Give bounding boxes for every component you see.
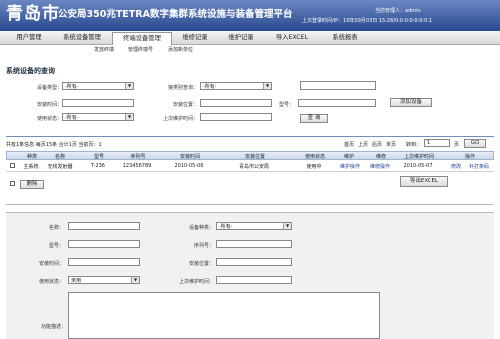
col-model: 型号	[93, 154, 104, 160]
results-table-header: 种类 名称 型号 序列号 安装时间 安装位置 使用状态 维护 维修 上次维护时间…	[6, 151, 494, 160]
last-maint-input[interactable]	[200, 113, 272, 121]
cell-install-location: 青岛市公安局	[238, 164, 269, 170]
subnav-add-unit[interactable]: 添加新单位	[168, 46, 193, 53]
repair-op-link[interactable]: 维修操作	[368, 163, 392, 170]
form-category-label: 设备种类：	[188, 225, 214, 231]
pager-next[interactable]: 后页	[372, 141, 382, 148]
col-name: 名称	[54, 154, 65, 160]
form-name-label: 名称：	[48, 225, 64, 231]
last-login-info: 上次登录时间/IP：10年09月03日 15:26/0:0:0:0:0:0:0:…	[302, 18, 433, 24]
device-type-select[interactable]: -所有- ▼	[62, 82, 134, 90]
form-model-input[interactable]	[68, 240, 140, 248]
col-repair: 维修	[375, 154, 386, 160]
query-button[interactable]: 查 询	[300, 114, 328, 123]
form-install-time-input[interactable]	[68, 258, 140, 266]
main-nav: 用户管理 系统设备管理 终端设备管理 维修记录 维护记录 导入EXCEL 系统报…	[0, 31, 500, 45]
form-install-location-input[interactable]	[216, 258, 292, 266]
section-divider	[6, 204, 494, 205]
model-input[interactable]	[298, 99, 376, 107]
goto-button[interactable]: GO	[464, 139, 486, 148]
pager-first[interactable]: 首页	[344, 141, 354, 148]
use-status-select[interactable]: -所有- ▼	[62, 113, 134, 121]
tab-maintenance-records[interactable]: 维护记录	[220, 32, 262, 44]
pager-last[interactable]: 末页	[386, 141, 396, 148]
add-device-button[interactable]: 添加设备	[390, 98, 432, 107]
form-serial-input[interactable]	[216, 240, 292, 248]
tab-import-excel[interactable]: 导入EXCEL	[268, 32, 316, 44]
subnav-manage-terminal-number[interactable]: 管理终端号	[128, 46, 153, 53]
form-last-maint-label: 上次维护时间：	[178, 279, 214, 285]
cell-use-status: 使用中	[306, 164, 322, 170]
use-status-label: 使用状态：	[36, 116, 62, 122]
tab-repair-records[interactable]: 维修记录	[174, 32, 216, 44]
goto-label: 转到：	[406, 142, 422, 148]
install-location-input[interactable]	[200, 99, 272, 107]
form-install-time-label: 安装时间：	[38, 261, 64, 267]
app-title: 公安局350兆TETRA数字集群系统设施与装备管理平台	[58, 9, 293, 20]
form-model-label: 型号：	[48, 243, 64, 249]
form-category-select[interactable]: -所有- ▼	[216, 222, 292, 230]
tab-system-reports[interactable]: 系统报表	[322, 32, 368, 44]
col-install-time: 安装时间	[179, 154, 200, 160]
model-label: 型号：	[278, 102, 294, 108]
form-use-status-label: 使用状态：	[38, 279, 64, 285]
last-maint-label: 上次维护时间：	[162, 116, 198, 122]
form-name-input[interactable]	[68, 222, 140, 230]
query-extra-field[interactable]	[300, 81, 376, 90]
cell-name: 无线发射器	[47, 164, 73, 170]
col-serial: 序列号	[130, 154, 146, 160]
maint-op-link[interactable]: 维护操作	[338, 163, 362, 170]
col-actions: 操作	[464, 154, 475, 160]
cell-install-time: 2010-05-06	[174, 163, 204, 169]
col-install-location: 安装位置	[244, 154, 265, 160]
export-excel-button[interactable]: 导出EXCEL	[400, 176, 448, 187]
install-time-label: 安装时间：	[36, 102, 62, 108]
chevron-down-icon: ▼	[125, 114, 133, 120]
form-serial-label: 序列号：	[193, 243, 214, 249]
col-type: 种类	[26, 154, 37, 160]
chevron-down-icon: ▼	[263, 83, 271, 89]
results-summary: 共有1条信息 每页15条 合计1页 当前页：1	[6, 142, 102, 148]
device-type-label: 设备类型：	[36, 85, 62, 91]
form-use-status-select[interactable]: 未用 ▼	[68, 276, 140, 284]
chevron-down-icon: ▼	[125, 83, 133, 89]
access-base-label: 接类别查询：	[167, 85, 198, 91]
delete-button[interactable]: 删除	[20, 180, 44, 189]
current-admin: 当前管理人：admin	[375, 8, 421, 14]
select-all-checkbox[interactable]	[10, 181, 15, 186]
reprint-barcode-link[interactable]: 补打条码	[468, 163, 490, 170]
access-base-select[interactable]: -所有- ▼	[200, 82, 272, 90]
tab-system-device[interactable]: 系统设备管理	[54, 32, 110, 44]
query-section-title: 系统设备的查询	[6, 67, 55, 75]
col-maint: 维护	[343, 154, 354, 160]
sub-nav: 发放终端 管理终端号 添加新单位	[0, 45, 500, 55]
city-logo-text: 青岛市	[6, 4, 60, 24]
install-time-input[interactable]	[62, 99, 134, 107]
cell-last-maint: 2010-05-07	[403, 163, 433, 169]
chevron-down-icon: ▼	[131, 277, 139, 283]
pager-prev[interactable]: 上页	[358, 141, 368, 148]
goto-page-input[interactable]: 1	[424, 139, 450, 147]
cell-model: T-236	[91, 163, 105, 169]
device-form-panel: 名称： 设备种类： -所有- ▼ 型号： 序列号： 安装时间： 安装位置： 使用状…	[6, 212, 494, 339]
col-use-status: 使用状态	[304, 154, 325, 160]
edit-link[interactable]: 修改	[448, 163, 464, 170]
form-description-label: 功能描述：	[40, 324, 66, 330]
row-checkbox[interactable]	[10, 163, 15, 168]
col-last-maint: 上次维护时间	[403, 154, 434, 160]
results-pager-bar: 共有1条信息 每页15条 合计1页 当前页：1 首页 上页 后页 末页 转到： …	[6, 136, 494, 151]
tab-terminal-device[interactable]: 终端设备管理	[112, 32, 172, 45]
app-header: 青岛市 公安局350兆TETRA数字集群系统设施与装备管理平台 当前管理人：ad…	[0, 0, 500, 31]
tab-user-management[interactable]: 用户管理	[6, 32, 52, 44]
page-unit-label: 页	[454, 142, 460, 148]
table-row: 主系统 无线发射器 T-236 123456789 2010-05-06 青岛市…	[6, 161, 494, 172]
chevron-down-icon: ▼	[283, 223, 291, 229]
form-install-location-label: 安装位置：	[188, 261, 214, 267]
form-last-maint-input[interactable]	[216, 276, 292, 284]
form-description-textarea[interactable]	[68, 292, 380, 339]
subnav-issue-terminal[interactable]: 发放终端	[94, 46, 114, 53]
install-location-label: 安装位置：	[172, 102, 198, 108]
cell-type: 主系统	[23, 164, 39, 170]
cell-serial: 123456789	[122, 163, 152, 169]
